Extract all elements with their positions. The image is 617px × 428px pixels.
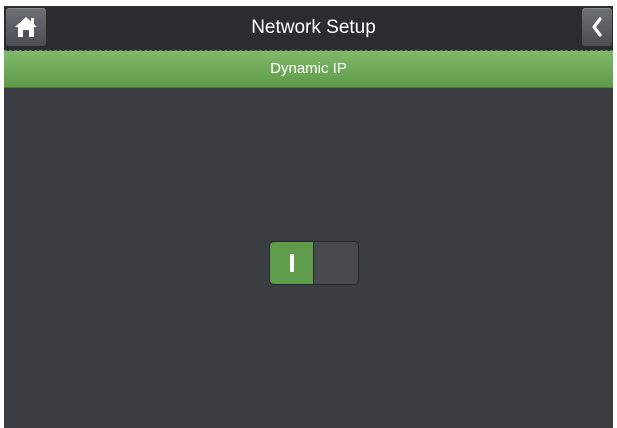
back-button[interactable] [582, 8, 612, 46]
top-bar: Network Setup [4, 6, 613, 51]
chevron-left-icon [592, 17, 602, 37]
home-icon [15, 17, 37, 37]
home-button[interactable] [6, 8, 46, 46]
page-title: Network Setup [251, 17, 376, 38]
toggle-on-segment [270, 242, 314, 284]
on-indicator-icon [290, 254, 294, 272]
section-header: Dynamic IP [4, 51, 613, 88]
app-screen: Network Setup Dynamic IP [4, 6, 613, 428]
toggle-off-segment [313, 242, 358, 284]
dynamic-ip-toggle[interactable] [269, 241, 359, 285]
